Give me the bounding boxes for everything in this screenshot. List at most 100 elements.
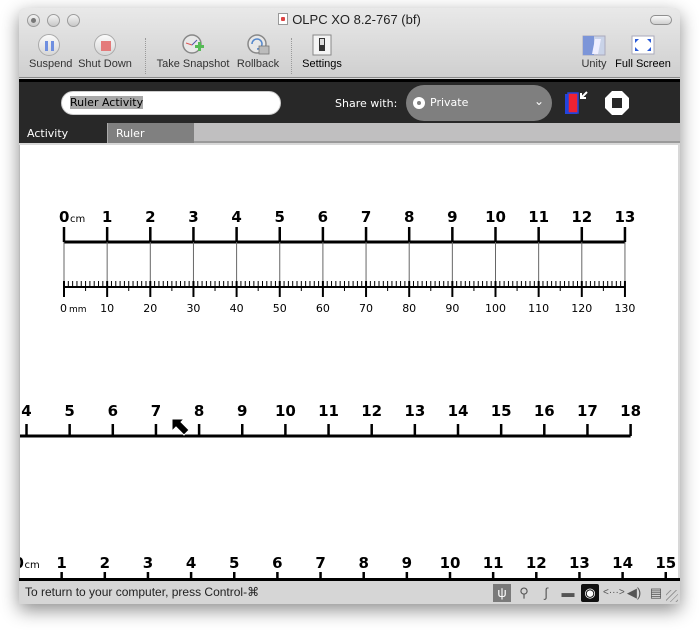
document-icon	[278, 13, 289, 25]
cm-tick-label: 4	[186, 554, 196, 572]
rulers-drawing: 0 cm 1 2 3 4 5 6 7 8 9 10 11 12 130 mm 10 20 30 40 50 60 70 80 9…	[20, 208, 676, 578]
vm-window: OLPC XO 8.2-767 (bf) Suspend Shut Down T…	[19, 8, 680, 604]
cm-tick-label: 8	[404, 208, 414, 226]
suspend-button[interactable]: Suspend	[29, 34, 72, 70]
share-with-dropdown[interactable]: Private ⌄	[406, 85, 552, 121]
unity-icon	[582, 34, 606, 56]
cm-tick-label: 10	[275, 402, 296, 420]
cm-tick-label: 0	[59, 208, 69, 226]
cm-tick-label: 17	[577, 402, 598, 420]
network-icon[interactable]: <···>	[603, 584, 625, 602]
cm-tick-label: 4	[231, 208, 241, 226]
cm-tick-label: 15	[491, 402, 512, 420]
cm-tick-label: 11	[483, 554, 504, 572]
status-message: To return to your computer, press Contro…	[25, 585, 260, 599]
ruler-canvas[interactable]: 0 cm 1 2 3 4 5 6 7 8 9 10 11 12 13 0 mm 10 20 30 40 50 60 70 80 9…	[19, 145, 678, 578]
cm-tick-label: 5	[64, 402, 74, 420]
cm-tick-label: 12	[361, 402, 382, 420]
mm-tick-label: 80	[402, 302, 416, 315]
usb-icon[interactable]: ψ	[493, 584, 511, 602]
mm-tick-label: 10	[100, 302, 114, 315]
rollback-button[interactable]: Rollback	[235, 34, 281, 70]
status-bar: To return to your computer, press Contro…	[19, 578, 680, 604]
cm-tick-label: 2	[145, 208, 155, 226]
toolbar-toggle-button[interactable]	[650, 15, 672, 25]
mm-tick-label: 70	[359, 302, 373, 315]
cm-tick-label: 8	[194, 402, 204, 420]
hard-disk-icon[interactable]: ◉	[581, 584, 599, 602]
cm-tick-label: 5	[229, 554, 239, 572]
cm-tick-label: 6	[108, 402, 118, 420]
mm-tick-label: 110	[528, 302, 549, 315]
cm-tick-label: 8	[358, 554, 368, 572]
resize-grip[interactable]	[666, 590, 678, 602]
mouse-cursor-icon	[171, 418, 190, 436]
cm-tick-label: 1	[56, 554, 66, 572]
mm-tick-label: 130	[614, 302, 635, 315]
toolbar-separator	[145, 38, 146, 74]
chevron-down-icon: ⌄	[533, 94, 544, 108]
pause-icon	[37, 34, 61, 56]
webcam-icon[interactable]: ⚲	[515, 584, 533, 602]
activity-toolbar: Ruler Activity Share with: Private ⌄	[19, 79, 680, 123]
mm-tick-label: 0	[60, 302, 67, 315]
device-icons: ψ ⚲ ∫ ▬ ◉ <···> ◀) ▤	[493, 584, 665, 602]
activity-name-input[interactable]: Ruler Activity	[61, 91, 281, 115]
tab-ruler[interactable]: Ruler	[107, 123, 194, 143]
cm-tick-label: 0	[20, 554, 24, 572]
speaker-icon[interactable]: ◀)	[625, 584, 643, 602]
cm-tick-label: 14	[612, 554, 633, 572]
cm-tick-label: 7	[315, 554, 325, 572]
journal-icon[interactable]	[562, 90, 592, 118]
mm-tick-label: 20	[143, 302, 157, 315]
stop-square-icon	[93, 34, 117, 56]
full-screen-button[interactable]: Full Screen	[615, 34, 671, 70]
stop-activity-button[interactable]	[604, 90, 630, 116]
cm-tick-label: 2	[100, 554, 110, 572]
cm-tick-label: 7	[151, 402, 161, 420]
settings-button[interactable]: Settings	[301, 34, 343, 70]
toolbar-separator	[291, 38, 292, 74]
bluetooth-icon[interactable]: ∫	[537, 584, 555, 602]
cm-tick-label: 12	[571, 208, 592, 226]
cm-tick-label: 5	[275, 208, 285, 226]
settings-switch-icon	[310, 34, 334, 56]
cm-tick-label: 15	[655, 554, 676, 572]
unity-button[interactable]: Unity	[579, 34, 609, 70]
cm-tick-label: 6	[272, 554, 282, 572]
cm-tick-label: 11	[318, 402, 339, 420]
window-title: OLPC XO 8.2-767 (bf)	[19, 12, 680, 27]
mm-tick-label: 50	[273, 302, 287, 315]
cm-tick-label: 10	[485, 208, 506, 226]
share-value: Private	[430, 96, 469, 109]
rollback-icon	[246, 34, 270, 56]
cm-tick-label: 10	[440, 554, 461, 572]
shut-down-button[interactable]: Shut Down	[77, 34, 133, 70]
tab-activity[interactable]: Activity	[19, 123, 107, 143]
cm-tick-label: 14	[448, 402, 469, 420]
cm-tick-label: 13	[569, 554, 590, 572]
mm-unit-label: mm	[69, 305, 87, 315]
cm-tick-label: 9	[447, 208, 457, 226]
cm-tick-label: 7	[361, 208, 371, 226]
title-bar: OLPC XO 8.2-767 (bf) Suspend Shut Down T…	[19, 8, 680, 78]
cm-tick-label: 11	[528, 208, 549, 226]
cursor-arrow	[171, 418, 190, 436]
share-label: Share with:	[335, 97, 398, 110]
private-radio-icon	[413, 97, 425, 109]
cm-unit-label: cm	[70, 214, 85, 225]
take-snapshot-button[interactable]: Take Snapshot	[155, 34, 231, 70]
cm-tick-label: 4	[21, 402, 31, 420]
cm-tick-label: 13	[404, 402, 425, 420]
battery-icon[interactable]: ▬	[559, 584, 577, 602]
cm-tick-label: 3	[188, 208, 198, 226]
mm-tick-label: 60	[316, 302, 330, 315]
cm-tick-label: 9	[402, 554, 412, 572]
stop-icon	[605, 91, 629, 115]
mm-tick-label: 40	[230, 302, 244, 315]
cm-tick-label: 16	[534, 402, 555, 420]
shared-folders-icon[interactable]: ▤	[647, 584, 665, 602]
mm-tick-label: 30	[186, 302, 200, 315]
mm-tick-label: 100	[485, 302, 506, 315]
tab-bar: Activity Ruler	[19, 123, 680, 143]
